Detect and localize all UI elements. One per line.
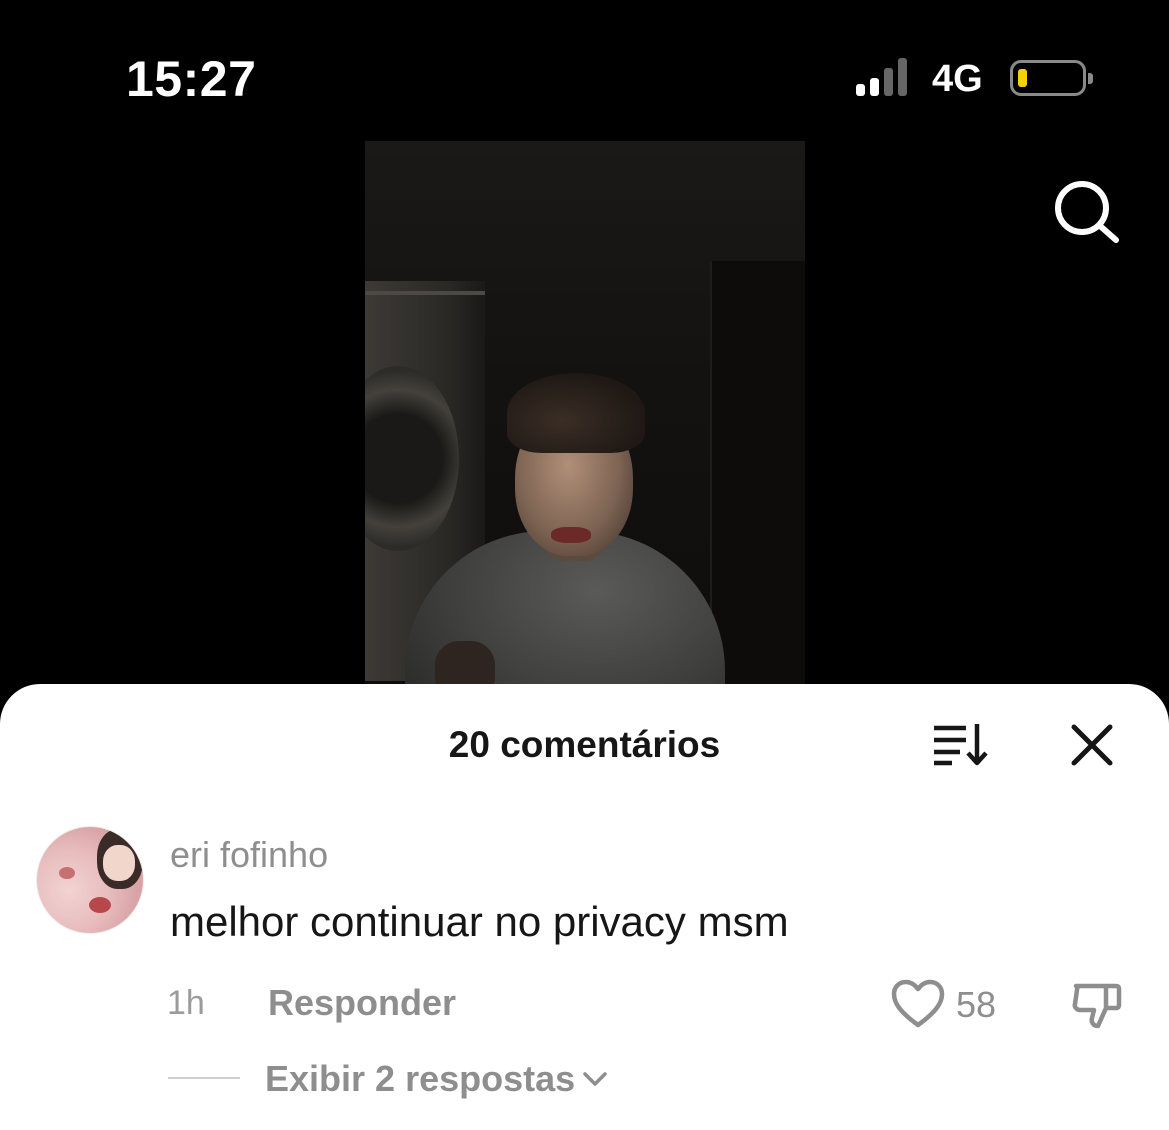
- heart-icon: [891, 979, 945, 1028]
- reply-button[interactable]: Responder: [268, 982, 456, 1024]
- view-replies-button[interactable]: Exibir 2 respostas: [265, 1058, 609, 1100]
- status-time: 15:27: [126, 51, 257, 107]
- battery-icon: [1010, 60, 1093, 96]
- sort-button[interactable]: [930, 720, 990, 768]
- close-icon: [1071, 724, 1113, 766]
- dislike-icon: [1072, 983, 1122, 1029]
- comment-time: 1h: [167, 984, 205, 1022]
- signal-icon: [856, 58, 907, 96]
- avatar[interactable]: [36, 826, 144, 934]
- dislike-button[interactable]: [1070, 978, 1124, 1032]
- video-player[interactable]: [365, 141, 805, 686]
- search-icon: [1055, 181, 1119, 243]
- comments-title: 20 comentários: [448, 724, 721, 765]
- search-button[interactable]: [1050, 178, 1124, 244]
- sort-icon: [934, 724, 988, 766]
- network-type: 4G: [932, 58, 983, 100]
- comment-username[interactable]: eri fofinho: [170, 834, 328, 876]
- like-button[interactable]: [890, 978, 946, 1030]
- view-replies-label: Exibir 2 respostas: [265, 1058, 576, 1099]
- comment-text: melhor continuar no privacy msm: [170, 898, 789, 945]
- replies-divider: [168, 1077, 240, 1079]
- like-count: 58: [956, 984, 997, 1025]
- chevron-down-icon: [583, 1072, 607, 1086]
- close-button[interactable]: [1068, 722, 1116, 768]
